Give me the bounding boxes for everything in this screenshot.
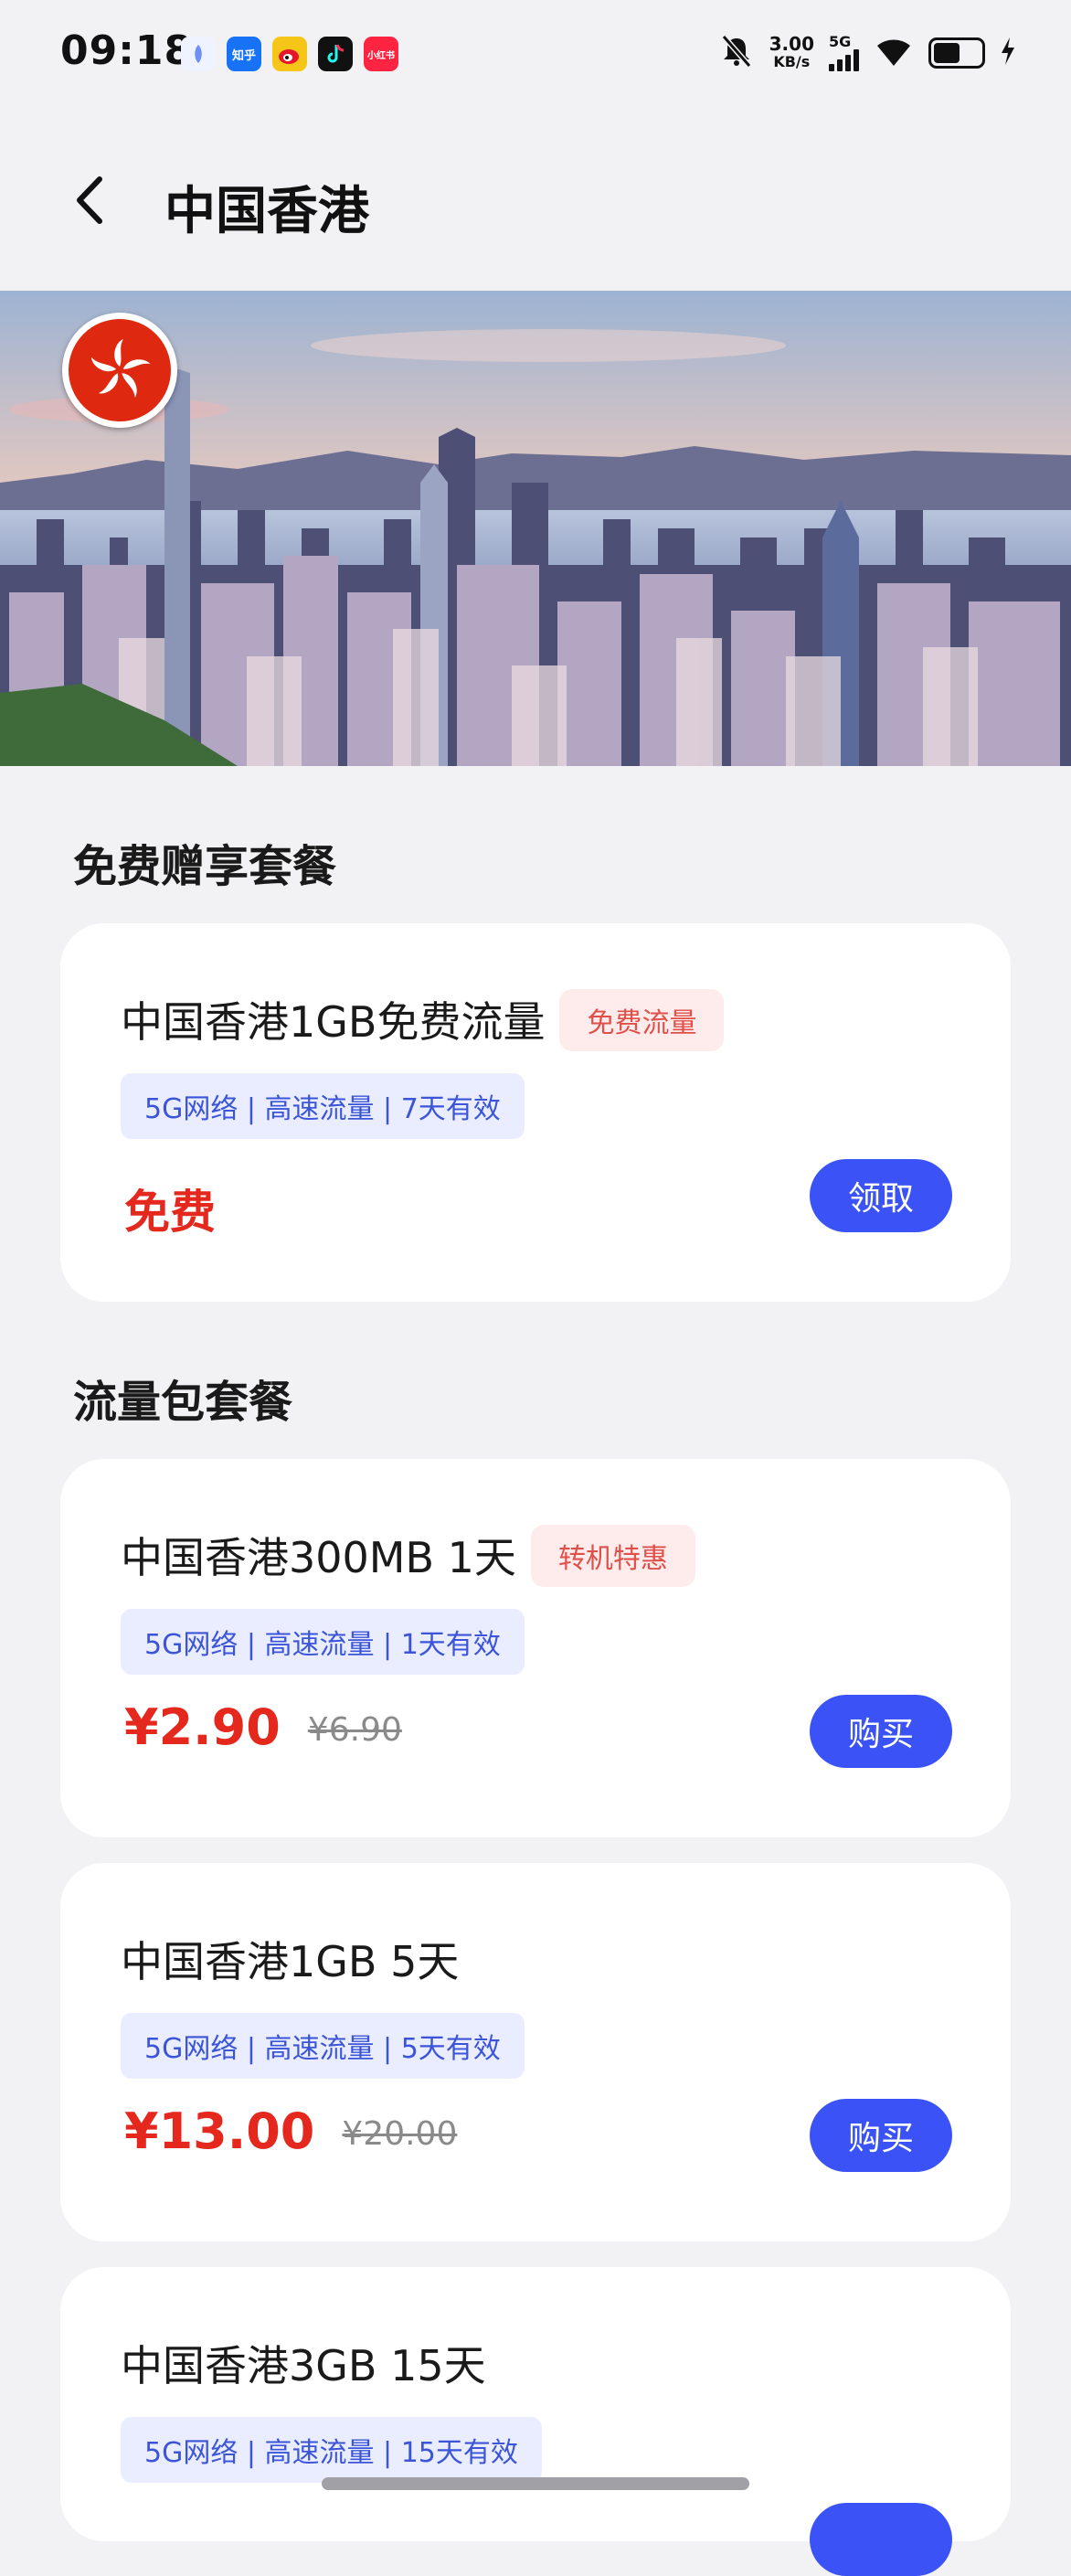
plan-features: 5G网络 | 高速流量 | 7天有效 (121, 1073, 525, 1139)
net-speed: 3.00 KB/s (769, 35, 814, 71)
claim-button[interactable]: 领取 (810, 1159, 952, 1232)
xiaohongshu-app-icon: 小红书 (364, 37, 398, 71)
plan-price: ¥2.90 (124, 1698, 281, 1756)
page-title: 中国香港 (164, 182, 369, 241)
free-plans-section-title: 免费赠享套餐 (73, 841, 337, 892)
cell-signal: 5G (829, 35, 859, 71)
weibo-app-icon (272, 37, 307, 71)
plan-features: 5G网络 | 高速流量 | 15天有效 (121, 2417, 542, 2483)
plan-price-line: ¥2.90 ¥6.90 (124, 1698, 402, 1756)
mute-bell-icon (718, 33, 755, 73)
buy-button[interactable]: 购买 (810, 1695, 952, 1768)
original-price: ¥20.00 (342, 2115, 458, 2153)
plan-name: 中国香港300MB 1天 (121, 1533, 516, 1582)
back-button[interactable] (57, 168, 121, 232)
plan-name: 中国香港1GB免费流量 (121, 997, 546, 1047)
chevron-left-icon (77, 176, 102, 224)
home-indicator[interactable] (322, 2477, 749, 2490)
plan-name: 中国香港3GB 15天 (121, 2341, 486, 2390)
plan-card-free: 中国香港1GB免费流量 免费流量 5G网络 | 高速流量 | 7天有效 免费 领取 (60, 923, 1011, 1302)
top-nav: 中国香港 (0, 137, 1071, 265)
wifi-icon (874, 35, 914, 71)
plan-name: 中国香港1GB 5天 (121, 1937, 460, 1986)
app-icon-1 (181, 37, 216, 71)
status-time: 09:18 (60, 27, 194, 74)
original-price: ¥6.90 (307, 1711, 402, 1749)
plan-features: 5G网络 | 高速流量 | 5天有效 (121, 2013, 525, 2079)
plan-features: 5G网络 | 高速流量 | 1天有效 (121, 1609, 525, 1675)
plan-price: 免费 (124, 1186, 216, 1239)
status-right: 3.00 KB/s 5G (718, 33, 1016, 73)
charging-icon (1000, 36, 1016, 70)
plan-price-line: ¥13.00 ¥20.00 (124, 2102, 457, 2160)
data-pack-section-title: 流量包套餐 (73, 1377, 293, 1428)
promo-tag: 免费流量 (559, 988, 725, 1051)
zhihu-app-icon: 知乎 (227, 37, 261, 71)
signal-bars-icon (829, 49, 859, 71)
status-bar: 09:18 知乎 小红书 3.00 KB/s 5G (0, 0, 1071, 110)
battery-icon (928, 37, 985, 69)
plan-card-300mb: 中国香港300MB 1天 转机特惠 5G网络 | 高速流量 | 1天有效 ¥2.9… (60, 1459, 1011, 1837)
notification-app-icons: 知乎 小红书 (181, 37, 398, 71)
douyin-app-icon (318, 37, 353, 71)
plan-card-1gb: 中国香港1GB 5天 5G网络 | 高速流量 | 5天有效 ¥13.00 ¥20.… (60, 1863, 1011, 2241)
buy-button[interactable]: 购买 (810, 2099, 952, 2172)
net-speed-unit: KB/s (773, 53, 811, 70)
plan-card-3gb: 中国香港3GB 15天 5G网络 | 高速流量 | 15天有效 (60, 2267, 1011, 2576)
plan-price: ¥13.00 (124, 2102, 315, 2160)
net-speed-value: 3.00 (769, 33, 814, 55)
plan-name-line: 中国香港300MB 1天 转机特惠 (121, 1524, 695, 1592)
promo-tag: 转机特惠 (530, 1524, 695, 1587)
hong-kong-flag-icon (62, 313, 177, 428)
plan-name-line: 中国香港1GB免费流量 免费流量 (121, 988, 725, 1057)
network-type: 5G (829, 33, 852, 50)
buy-button[interactable] (810, 2503, 952, 2576)
